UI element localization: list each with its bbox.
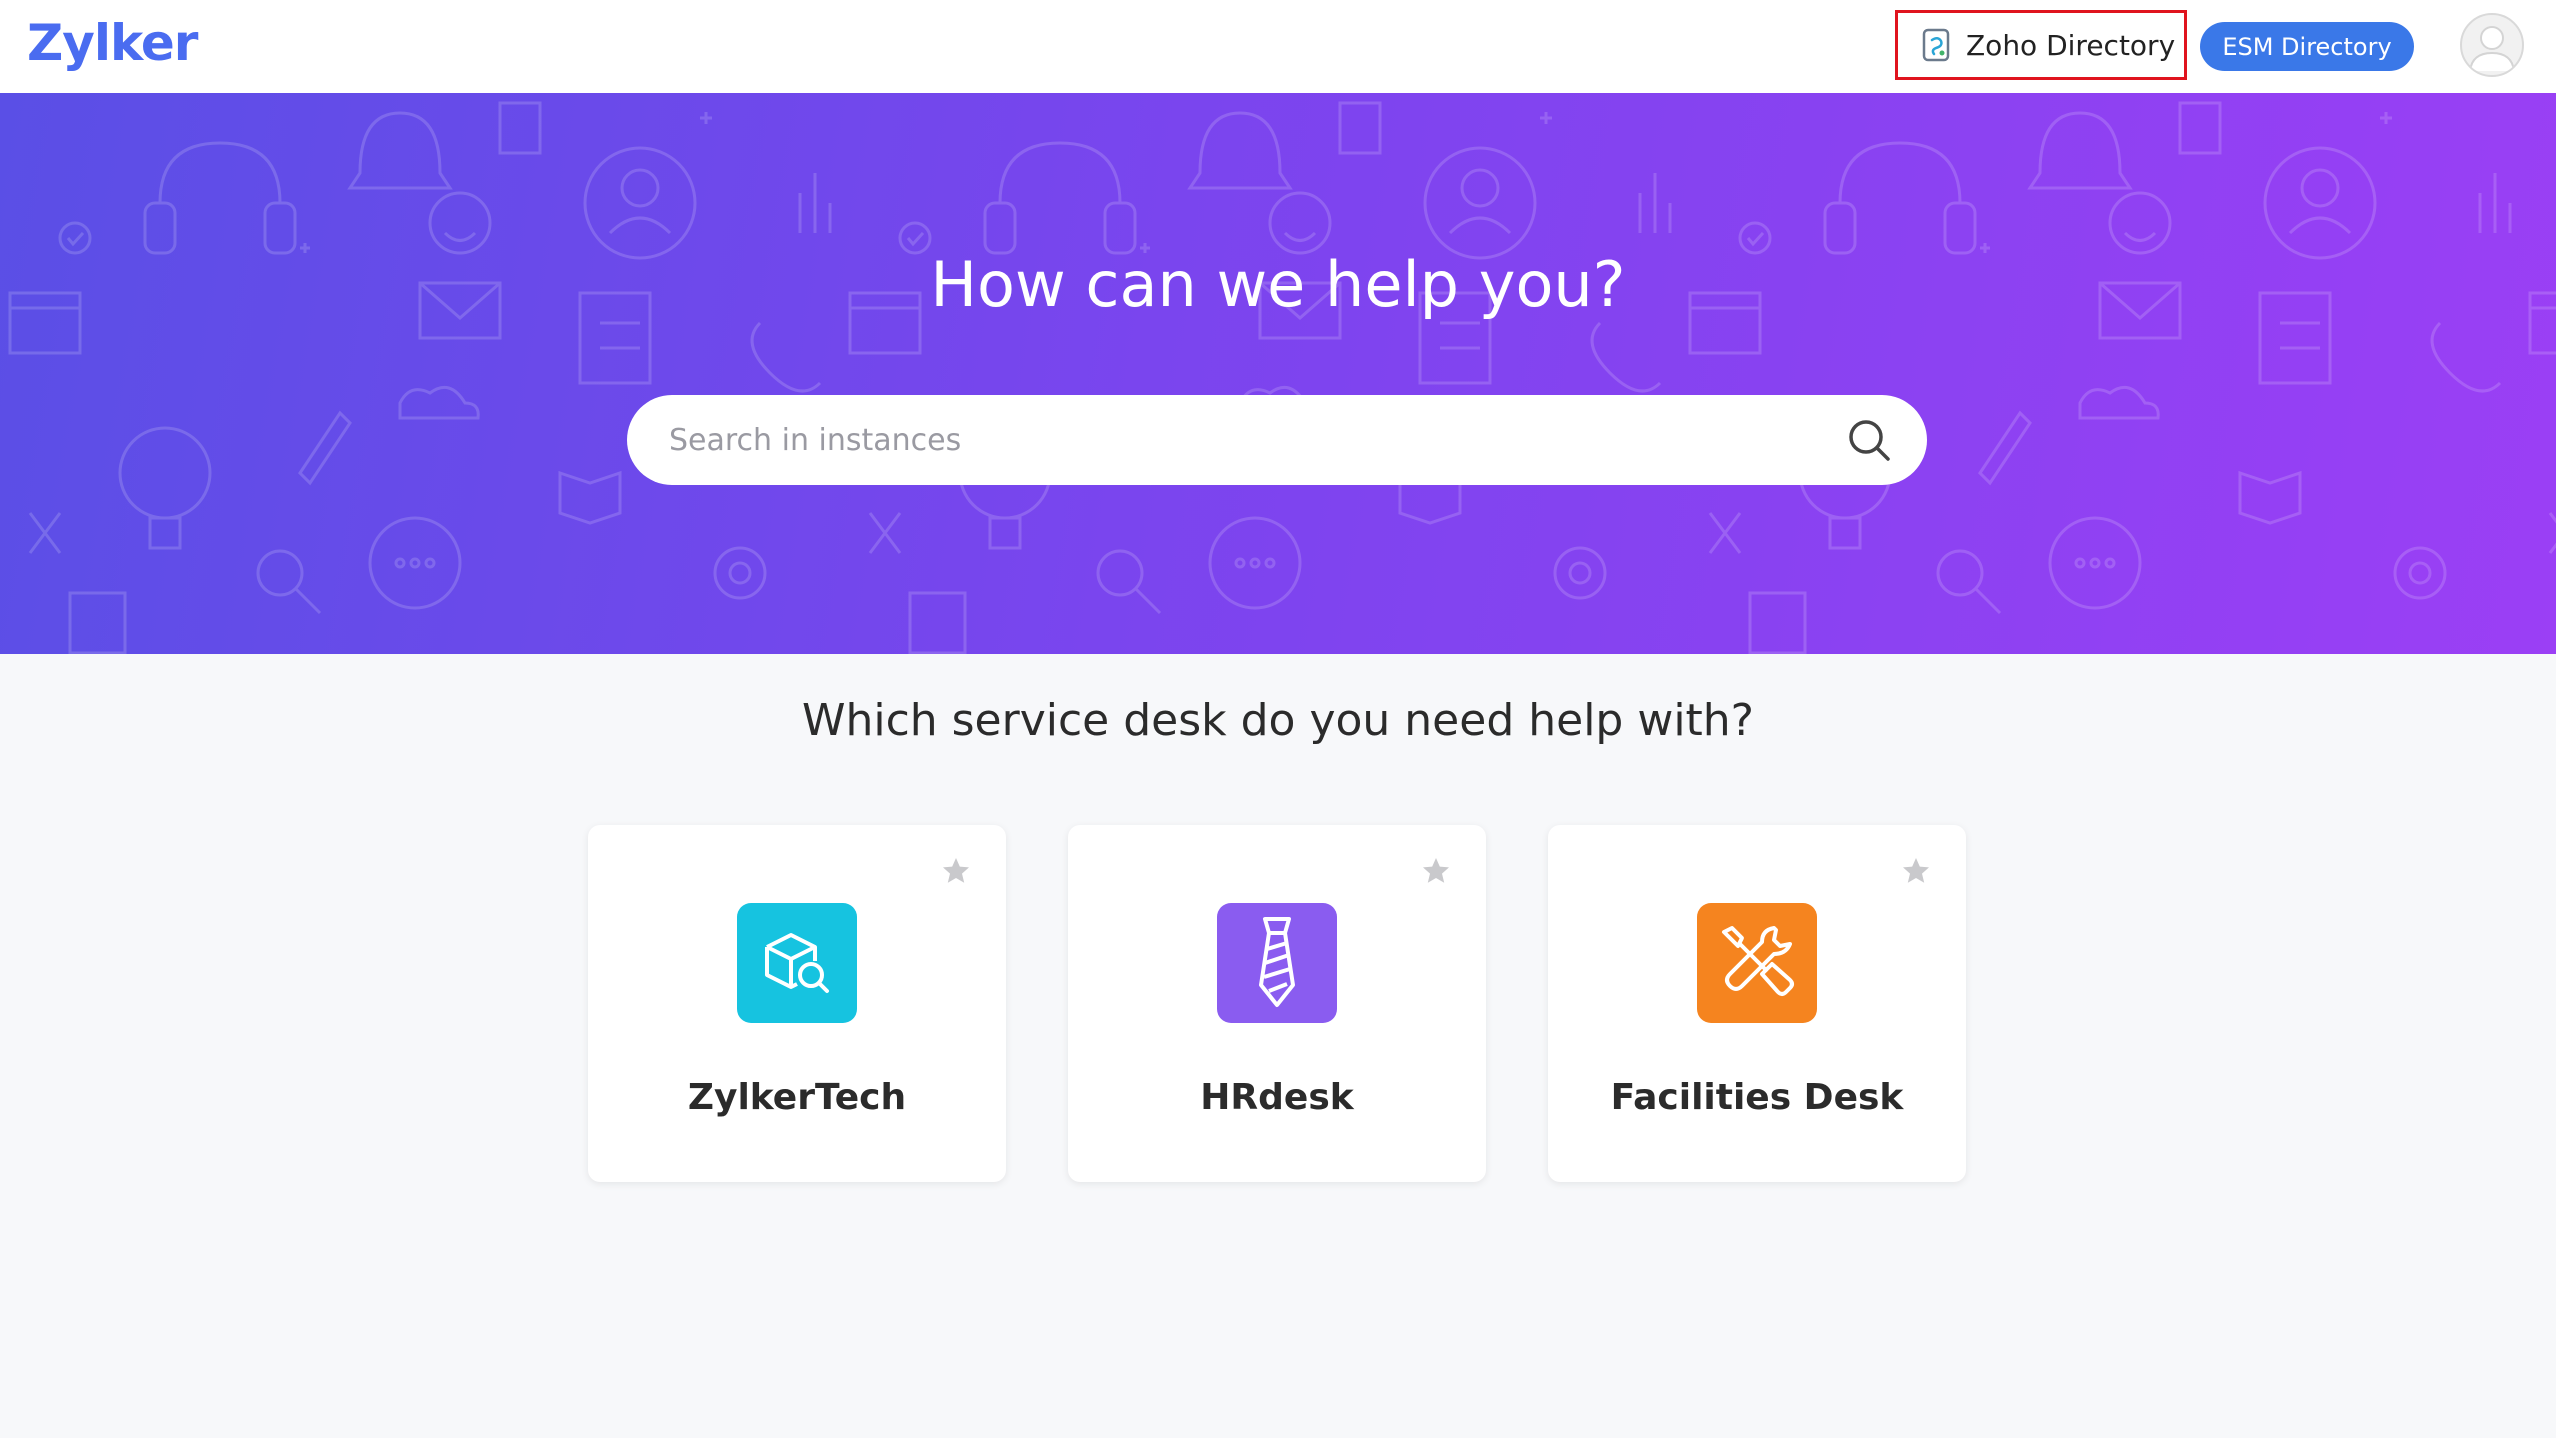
zoho-directory-label: Zoho Directory [1966,28,2176,62]
avatar[interactable] [2460,13,2524,77]
brand-logo[interactable]: Zylker [27,14,198,72]
desk-card-facilities[interactable]: Facilities Desk [1548,825,1966,1182]
desk-card-zylkertech[interactable]: ZylkerTech [588,825,1006,1182]
desk-card-label: ZylkerTech [687,1077,907,1118]
desk-card-hrdesk[interactable]: HRdesk [1068,825,1486,1182]
zoho-directory-icon [1922,28,1950,62]
cube-search-icon [737,903,857,1023]
hero-banner: How can we help you? [0,93,2556,654]
background-pattern [0,93,2556,654]
star-icon[interactable] [940,855,972,887]
tools-icon [1697,903,1817,1023]
search-bar [627,395,1927,485]
star-icon[interactable] [1900,855,1932,887]
desk-card-label: HRdesk [1200,1077,1354,1118]
search-input[interactable] [667,421,1847,459]
user-avatar-icon [2469,26,2515,72]
section-title: Which service desk do you need help with… [801,695,1755,746]
esm-directory-button[interactable]: ESM Directory [2200,22,2414,71]
necktie-icon [1217,903,1337,1023]
top-bar: Zylker Zoho Directory ESM Directory [0,0,2556,93]
hero-title: How can we help you? [930,248,1626,321]
star-icon[interactable] [1420,855,1452,887]
search-icon[interactable] [1847,418,1891,462]
desk-card-label: Facilities Desk [1610,1077,1904,1118]
zoho-directory-link[interactable]: Zoho Directory [1895,10,2187,80]
